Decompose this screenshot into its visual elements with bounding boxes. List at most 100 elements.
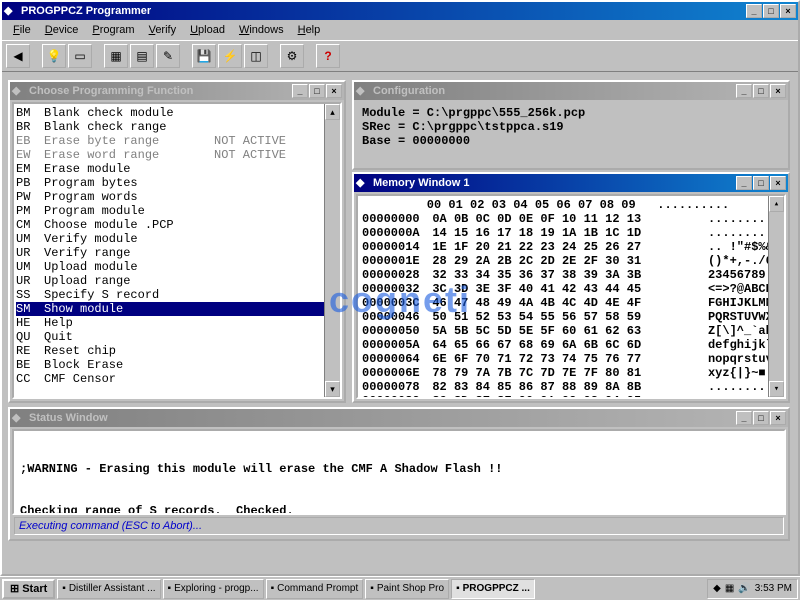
function-row-ur[interactable]: URVerify range	[16, 246, 338, 260]
minimize-button[interactable]: _	[736, 84, 752, 98]
menu-help[interactable]: Help	[291, 22, 328, 38]
close-button[interactable]: ×	[770, 84, 786, 98]
memory-row: 000000323C 3D 3E 3F 40 41 42 43 44 45 <=…	[362, 282, 780, 296]
back-button[interactable]: ◀	[6, 44, 30, 68]
task-button[interactable]: ▪Command Prompt	[266, 579, 364, 599]
tray-icon[interactable]: ▦	[725, 583, 734, 594]
function-row-eb[interactable]: EBErase byte rangeNOT ACTIVE	[16, 134, 338, 148]
memory-titlebar[interactable]: ◆ Memory Window 1 _ □ ×	[354, 174, 788, 192]
config-title: Configuration	[373, 85, 736, 97]
scroll-down-button[interactable]: ▾	[325, 381, 340, 397]
function-row-ss[interactable]: SSSpecify S record	[16, 288, 338, 302]
memory-row: 000000646E 6F 70 71 72 73 74 75 76 77 no…	[362, 352, 780, 366]
app-icon: ◆	[4, 4, 18, 18]
close-button[interactable]: ×	[780, 4, 796, 18]
function-row-bm[interactable]: BMBlank check module	[16, 106, 338, 120]
function-row-ur[interactable]: URUpload range	[16, 274, 338, 288]
maximize-button[interactable]: □	[753, 411, 769, 425]
scrollbar[interactable]: ▴ ▾	[324, 104, 340, 397]
scrollbar[interactable]: ▴ ▾	[768, 196, 784, 397]
minimize-button[interactable]: _	[736, 176, 752, 190]
memory-row: 0000005A64 65 66 67 68 69 6A 6B 6C 6D de…	[362, 338, 780, 352]
status-titlebar[interactable]: ◆ Status Window _ □ ×	[10, 409, 788, 427]
function-row-pb[interactable]: PBProgram bytes	[16, 176, 338, 190]
tray-icon[interactable]: 🔊	[738, 583, 750, 594]
menu-windows[interactable]: Windows	[232, 22, 291, 38]
db-button[interactable]: ◫	[244, 44, 268, 68]
function-row-sm[interactable]: SMShow module	[16, 302, 338, 316]
minimize-button[interactable]: _	[746, 4, 762, 18]
close-button[interactable]: ×	[770, 411, 786, 425]
minimize-button[interactable]: _	[292, 84, 308, 98]
config-body: Module = C:\prgppc\555_256k.pcp SRec = C…	[356, 102, 786, 166]
function-row-qu[interactable]: QUQuit	[16, 330, 338, 344]
function-row-um[interactable]: UMUpload module	[16, 260, 338, 274]
config-base: Base = 00000000	[362, 134, 780, 148]
task-button[interactable]: ▪PROGPPCZ ...	[451, 579, 535, 599]
maximize-button[interactable]: □	[763, 4, 779, 18]
status-icon: ◆	[12, 411, 26, 425]
config-module: Module = C:\prgppc\555_256k.pcp	[362, 106, 780, 120]
memory-row: 0000000A14 15 16 17 18 19 1A 1B 1C 1D ..…	[362, 226, 780, 240]
save-button[interactable]: 💾	[192, 44, 216, 68]
close-button[interactable]: ×	[326, 84, 342, 98]
maximize-button[interactable]: □	[309, 84, 325, 98]
status-line: Checking range of S records. Checked.	[20, 504, 778, 515]
functions-list[interactable]: BMBlank check moduleBRBlank check rangeE…	[14, 104, 340, 388]
memory-header: 00 01 02 03 04 05 06 07 08 09 ..........	[362, 198, 780, 212]
menu-file[interactable]: File	[6, 22, 38, 38]
system-tray[interactable]: ◆ ▦ 🔊 3:53 PM	[707, 579, 798, 599]
memory-row: 000000000A 0B 0C 0D 0E 0F 10 11 12 13 ..…	[362, 212, 780, 226]
function-row-pw[interactable]: PWProgram words	[16, 190, 338, 204]
function-row-cm[interactable]: CMChoose module .PCP	[16, 218, 338, 232]
grid-button[interactable]: ▦	[104, 44, 128, 68]
function-row-ew[interactable]: EWErase word rangeNOT ACTIVE	[16, 148, 338, 162]
config-button[interactable]: ⚙	[280, 44, 304, 68]
function-row-pm[interactable]: PMProgram module	[16, 204, 338, 218]
status-exec: Executing command (ESC to Abort)...	[14, 517, 784, 535]
memory-body[interactable]: 000000000A 0B 0C 0D 0E 0F 10 11 12 13 ..…	[362, 212, 780, 399]
bulb-button[interactable]: 💡	[42, 44, 66, 68]
menubar: File Device Program Verify Upload Window…	[2, 20, 798, 40]
function-row-he[interactable]: HEHelp	[16, 316, 338, 330]
windows-icon: ⊞	[10, 582, 19, 595]
memory-row: 000000505A 5B 5C 5D 5E 5F 60 61 62 63 Z[…	[362, 324, 780, 338]
task-button[interactable]: ▪Distiller Assistant ...	[57, 579, 160, 599]
scroll-up-button[interactable]: ▴	[325, 104, 340, 120]
memory-row: 0000003C46 47 48 49 4A 4B 4C 4D 4E 4F FG…	[362, 296, 780, 310]
save2-button[interactable]: ⚡	[218, 44, 242, 68]
task-button[interactable]: ▪Paint Shop Pro	[365, 579, 449, 599]
minimize-button[interactable]: _	[736, 411, 752, 425]
memory-row: 0000002832 33 34 35 36 37 38 39 3A 3B 23…	[362, 268, 780, 282]
function-row-re[interactable]: REReset chip	[16, 344, 338, 358]
menu-upload[interactable]: Upload	[183, 22, 232, 38]
maximize-button[interactable]: □	[753, 176, 769, 190]
edit-button[interactable]: ✎	[156, 44, 180, 68]
task-button[interactable]: ▪Exploring - progp...	[163, 579, 264, 599]
maximize-button[interactable]: □	[753, 84, 769, 98]
function-row-cc[interactable]: CCCMF Censor	[16, 372, 338, 386]
memory-row: 0000007882 83 84 85 86 87 88 89 8A 8B ..…	[362, 380, 780, 394]
toolbar: ◀ 💡 ▭ ▦ ▤ ✎ 💾 ⚡ ◫ ⚙ ?	[2, 40, 798, 72]
config-titlebar[interactable]: ◆ Configuration _ □ ×	[354, 82, 788, 100]
main-titlebar[interactable]: ◆ PROGPPCZ Programmer _ □ ×	[2, 2, 798, 20]
scroll-up-button[interactable]: ▴	[769, 196, 784, 212]
close-button[interactable]: ×	[770, 176, 786, 190]
function-row-em[interactable]: EMErase module	[16, 162, 338, 176]
function-row-um[interactable]: UMVerify module	[16, 232, 338, 246]
menu-program[interactable]: Program	[85, 22, 141, 38]
functions-titlebar[interactable]: ◆ Choose Programming Function _ □ ×	[10, 82, 344, 100]
main-window: ◆ PROGPPCZ Programmer _ □ × File Device …	[0, 0, 800, 576]
memory-title: Memory Window 1	[373, 177, 736, 189]
menu-verify[interactable]: Verify	[142, 22, 184, 38]
chip-button[interactable]: ▭	[68, 44, 92, 68]
menu-device[interactable]: Device	[38, 22, 86, 38]
start-button[interactable]: ⊞ Start	[2, 579, 55, 599]
scroll-down-button[interactable]: ▾	[769, 381, 784, 397]
tray-icon[interactable]: ◆	[713, 583, 721, 594]
start-label: Start	[22, 583, 47, 595]
form-button[interactable]: ▤	[130, 44, 154, 68]
help-button[interactable]: ?	[316, 44, 340, 68]
function-row-be[interactable]: BEBlock Erase	[16, 358, 338, 372]
function-row-br[interactable]: BRBlank check range	[16, 120, 338, 134]
